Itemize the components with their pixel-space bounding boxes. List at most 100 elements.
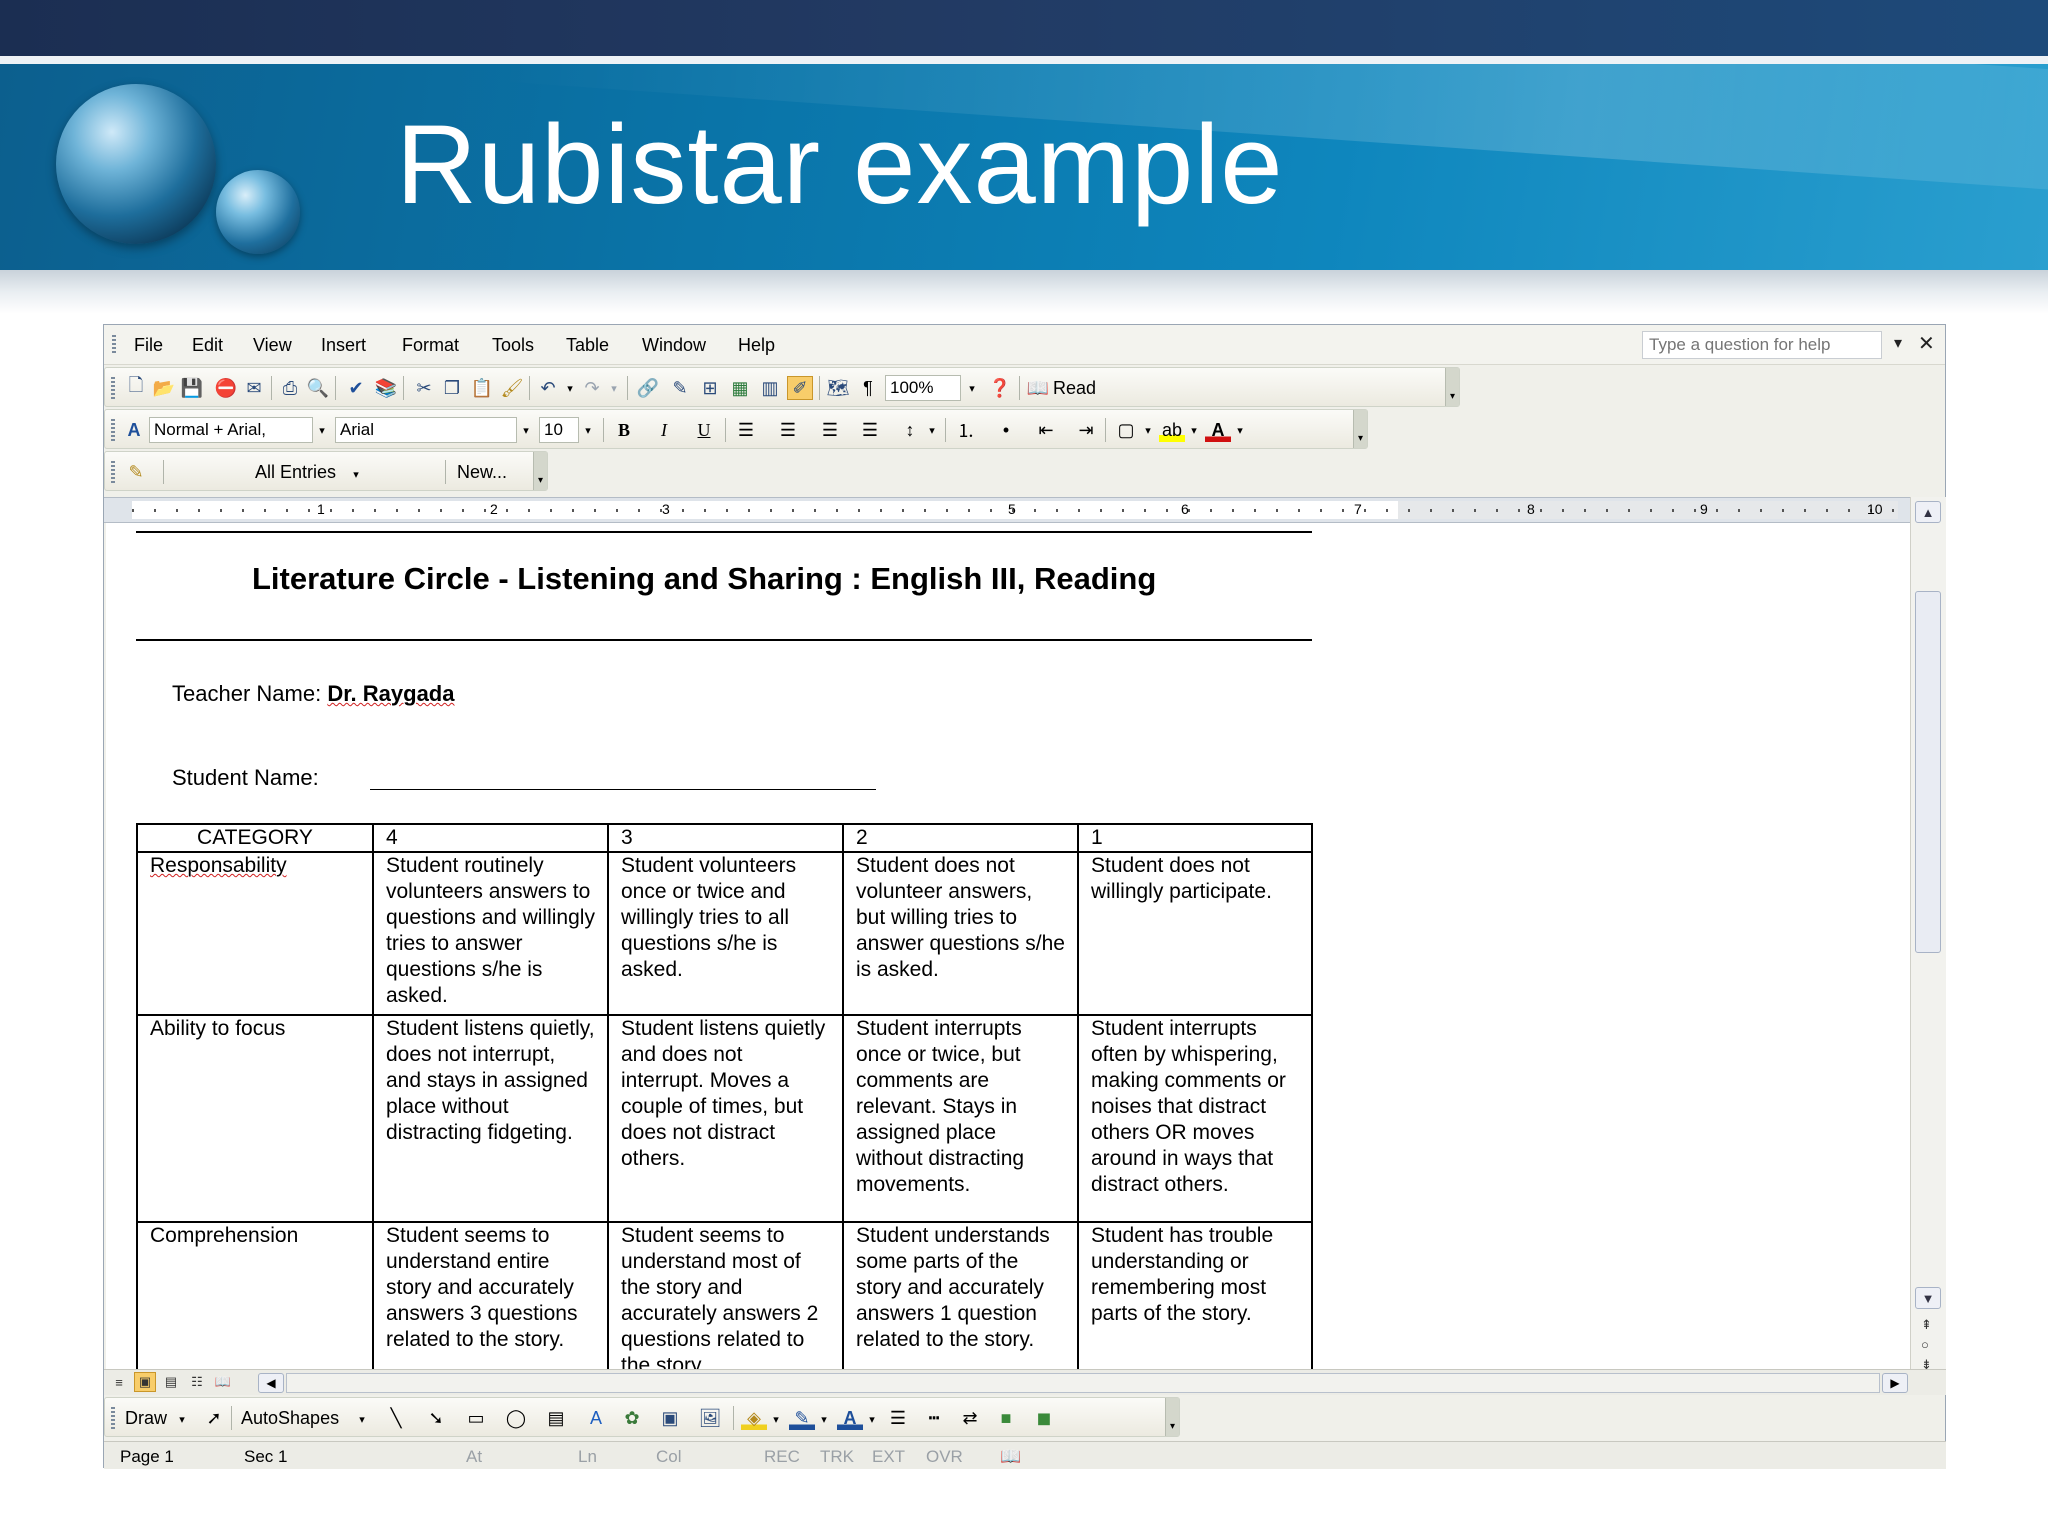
- toolbar-options-icon[interactable]: ▾: [1353, 410, 1367, 448]
- format-painter-icon[interactable]: 🖌: [499, 376, 525, 400]
- web-layout-icon[interactable]: ▣: [134, 1372, 156, 1392]
- highlight-icon[interactable]: ab: [1159, 418, 1185, 442]
- open-folder-icon[interactable]: 📂: [151, 376, 177, 400]
- autoshapes-dropdown-icon[interactable]: ▾: [353, 1406, 371, 1432]
- help-question-input[interactable]: [1642, 331, 1882, 359]
- menu-format[interactable]: Format: [402, 335, 459, 356]
- scroll-thumb[interactable]: [1915, 591, 1941, 953]
- menu-tools[interactable]: Tools: [492, 335, 534, 356]
- new-document-icon[interactable]: 🗋: [123, 375, 149, 400]
- bullets-icon[interactable]: •: [993, 418, 1019, 442]
- select-objects-icon[interactable]: ➚: [201, 1406, 227, 1430]
- autotext-icon[interactable]: ✎: [123, 460, 149, 484]
- show-hide-icon[interactable]: ¶: [855, 376, 881, 400]
- menu-grip[interactable]: [112, 335, 116, 355]
- increase-indent-icon[interactable]: ⇥: [1073, 418, 1099, 442]
- help-dropdown-icon[interactable]: ▾: [1894, 333, 1902, 353]
- menu-help[interactable]: Help: [738, 335, 775, 356]
- hyperlink-icon[interactable]: 🔗: [635, 376, 661, 400]
- toolbar-options-icon[interactable]: ▾: [1445, 368, 1459, 406]
- line-color-icon[interactable]: ✎: [789, 1406, 815, 1430]
- arrow-style-icon[interactable]: ⇄: [957, 1406, 983, 1430]
- document-page[interactable]: Literature Circle - Listening and Sharin…: [106, 523, 1910, 1369]
- diagram-icon[interactable]: ✿: [619, 1406, 645, 1430]
- menu-insert[interactable]: Insert: [321, 335, 366, 356]
- bold-icon[interactable]: B: [611, 418, 637, 442]
- status-ovr[interactable]: OVR: [926, 1447, 963, 1467]
- line-color-dropdown-icon[interactable]: ▾: [815, 1406, 833, 1432]
- status-ext[interactable]: EXT: [872, 1447, 905, 1467]
- 3d-style-icon[interactable]: ◼: [1031, 1406, 1057, 1430]
- redo-icon[interactable]: ↷: [579, 376, 605, 400]
- insert-picture-icon[interactable]: 🖼: [697, 1406, 723, 1430]
- drawing-toggle-icon[interactable]: ✐: [787, 376, 813, 400]
- scroll-left-icon[interactable]: ◀: [258, 1373, 284, 1393]
- undo-icon[interactable]: ↶: [535, 376, 561, 400]
- permission-icon[interactable]: ⛔: [213, 376, 239, 400]
- draw-dropdown-icon[interactable]: ▾: [173, 1406, 191, 1432]
- read-label[interactable]: Read: [1053, 378, 1096, 399]
- outline-view-icon[interactable]: ☷: [186, 1372, 208, 1392]
- insert-excel-icon[interactable]: ▦: [727, 376, 753, 400]
- all-entries-menu[interactable]: All Entries: [255, 462, 336, 483]
- borders-dropdown-icon[interactable]: ▾: [1139, 417, 1157, 443]
- decrease-indent-icon[interactable]: ⇤: [1033, 418, 1059, 442]
- menu-view[interactable]: View: [253, 335, 292, 356]
- autoshapes-menu[interactable]: AutoShapes: [241, 1408, 339, 1429]
- print-layout-icon[interactable]: ▤: [160, 1372, 182, 1392]
- wordart-icon[interactable]: A: [583, 1406, 609, 1430]
- email-icon[interactable]: ✉: [241, 376, 267, 400]
- clipart-icon[interactable]: ▣: [657, 1406, 683, 1430]
- toolbar-grip[interactable]: [111, 377, 115, 399]
- toolbar-grip[interactable]: [111, 461, 115, 483]
- scroll-up-icon[interactable]: ▲: [1915, 501, 1941, 523]
- line-style-icon[interactable]: ☰: [885, 1406, 911, 1430]
- toolbar-grip[interactable]: [111, 419, 115, 441]
- normal-view-icon[interactable]: ≡: [108, 1372, 130, 1392]
- align-center-icon[interactable]: ☰: [775, 418, 801, 442]
- print-icon[interactable]: ⎙: [277, 376, 303, 400]
- font-size-dropdown-icon[interactable]: ▾: [579, 417, 597, 443]
- menu-file[interactable]: File: [134, 335, 163, 356]
- line-icon[interactable]: ╲: [383, 1406, 409, 1430]
- toolbar-options-icon[interactable]: ▾: [533, 452, 547, 490]
- fill-color-icon[interactable]: ◈: [741, 1406, 767, 1430]
- style-dropdown-icon[interactable]: ▾: [313, 417, 331, 443]
- vertical-scrollbar[interactable]: ▲ ▼ ⇞ ○ ⇟: [1910, 497, 1946, 1383]
- shadow-style-icon[interactable]: ■: [993, 1406, 1019, 1430]
- highlight-dropdown-icon[interactable]: ▾: [1185, 417, 1203, 443]
- undo-dropdown-icon[interactable]: ▾: [561, 375, 579, 401]
- dash-style-icon[interactable]: ┅: [921, 1406, 947, 1430]
- spelling-icon[interactable]: ✔: [343, 376, 369, 400]
- scroll-right-icon[interactable]: ▶: [1882, 1373, 1908, 1393]
- justify-icon[interactable]: ☰: [857, 418, 883, 442]
- scroll-down-icon[interactable]: ▼: [1915, 1287, 1941, 1309]
- redo-dropdown-icon[interactable]: ▾: [605, 375, 623, 401]
- menu-table[interactable]: Table: [566, 335, 609, 356]
- line-spacing-icon[interactable]: ↕: [897, 418, 923, 442]
- close-document-icon[interactable]: ✕: [1918, 331, 1935, 356]
- cut-icon[interactable]: ✂: [411, 376, 437, 400]
- italic-icon[interactable]: I: [651, 418, 677, 442]
- draw-menu[interactable]: Draw: [125, 1408, 167, 1429]
- fill-color-dropdown-icon[interactable]: ▾: [767, 1406, 785, 1432]
- textbox-icon[interactable]: ▤: [543, 1406, 569, 1430]
- status-trk[interactable]: TRK: [820, 1447, 854, 1467]
- paste-icon[interactable]: 📋: [469, 376, 495, 400]
- reading-layout-icon[interactable]: 📖: [212, 1372, 234, 1392]
- toolbar-options-icon[interactable]: ▾: [1165, 1398, 1179, 1436]
- all-entries-dropdown-icon[interactable]: ▾: [347, 461, 365, 487]
- print-preview-icon[interactable]: 🔍: [305, 376, 331, 400]
- underline-icon[interactable]: U: [691, 418, 717, 442]
- arrow-icon[interactable]: ➘: [423, 1406, 449, 1430]
- toolbar-grip[interactable]: [111, 1407, 115, 1429]
- font-color-icon[interactable]: A: [1205, 418, 1231, 442]
- status-rec[interactable]: REC: [764, 1447, 800, 1467]
- font-size-combo[interactable]: 10: [539, 417, 579, 443]
- numbering-icon[interactable]: ⒈: [953, 418, 979, 442]
- horizontal-ruler[interactable]: 1 2 3 5 6 7 8 9 10: [104, 497, 1910, 523]
- save-icon[interactable]: 💾: [179, 376, 205, 400]
- line-spacing-dropdown-icon[interactable]: ▾: [923, 417, 941, 443]
- rectangle-icon[interactable]: ▭: [463, 1406, 489, 1430]
- research-icon[interactable]: 📚: [373, 376, 399, 400]
